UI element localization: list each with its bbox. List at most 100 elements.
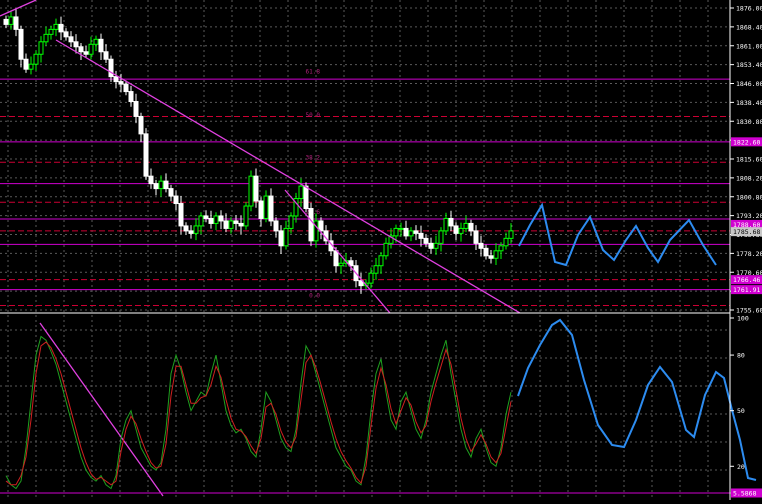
candle-body — [473, 230, 479, 244]
candle-body — [118, 81, 124, 85]
candle-body — [133, 101, 139, 117]
candle-body — [203, 215, 209, 219]
candle-body — [493, 250, 499, 259]
oscillator-level-label: 5.5868 — [733, 489, 757, 497]
candle-body — [43, 33, 49, 43]
candle-body — [368, 272, 374, 284]
candle-body — [263, 195, 269, 219]
candle-body — [98, 38, 104, 53]
candle-body — [23, 58, 29, 70]
candle-body — [83, 51, 89, 55]
candle-body — [463, 222, 469, 229]
candle-body — [153, 183, 159, 190]
candle-body — [278, 230, 284, 247]
candle-body — [48, 28, 54, 35]
candle-body — [468, 222, 474, 232]
candle-body — [223, 220, 229, 229]
chart-canvas[interactable]: 61.850.038.223.60.0 1876.001868.401861.0… — [0, 0, 762, 500]
candle-body — [453, 225, 459, 234]
candle-body — [258, 200, 264, 219]
candle-body — [38, 41, 44, 55]
price-tick-label: 1778.20 — [736, 250, 762, 258]
candle-body — [238, 222, 244, 227]
candle-body — [3, 18, 9, 25]
candle-body — [273, 220, 279, 232]
price-label-text: 1822.60 — [733, 138, 760, 146]
candle-body — [33, 53, 39, 65]
candle-body — [173, 195, 179, 205]
candle-body — [88, 43, 94, 55]
price-tick-label: 1830.80 — [736, 118, 762, 126]
candle-body — [213, 215, 219, 224]
candle-body — [78, 46, 84, 53]
candle-body — [403, 227, 409, 237]
candle-body — [158, 180, 164, 190]
candle-body — [93, 38, 99, 45]
candle-body — [188, 230, 194, 234]
price-tick-label: 1868.40 — [736, 23, 762, 31]
candle-body — [13, 16, 19, 30]
candle-body — [113, 76, 119, 83]
candle-body — [128, 91, 134, 103]
candle-body — [58, 23, 64, 33]
candle-body — [233, 220, 239, 224]
candle-body — [253, 175, 259, 202]
candle-body — [378, 255, 384, 267]
candle-body — [433, 242, 439, 249]
candle-body — [63, 31, 69, 38]
candle-body — [308, 208, 314, 242]
candle-body — [458, 227, 464, 234]
price-tick-label: 1793.20 — [736, 212, 762, 220]
candle-body — [108, 58, 114, 78]
candle-body — [398, 227, 404, 230]
candle-body — [73, 41, 79, 48]
candle-body — [338, 262, 344, 267]
oscillator-tick-label: 20 — [737, 463, 745, 471]
candle-body — [418, 232, 424, 239]
price-tick-label: 1815.60 — [736, 156, 762, 164]
trading-chart[interactable]: 61.850.038.223.60.0 1876.001868.401861.0… — [0, 0, 762, 500]
candle-body — [123, 83, 129, 93]
candle-body — [208, 217, 214, 224]
price-label-text: 1785.68 — [733, 228, 760, 236]
oscillator-tick-label: 80 — [737, 352, 745, 360]
candle-body — [163, 180, 169, 190]
fib-level-label: 38.2 — [306, 155, 321, 162]
candle-body — [298, 185, 304, 200]
candle-body — [288, 215, 294, 229]
candle-body — [68, 36, 74, 43]
candle-body — [393, 227, 399, 237]
candle-body — [103, 51, 109, 60]
oscillator-tick-label: 50 — [737, 407, 745, 415]
candle-body — [478, 242, 484, 249]
candle-body — [8, 16, 14, 25]
candle-body — [498, 245, 504, 252]
candle-body — [303, 185, 309, 210]
fib-level-label: 50.0 — [306, 112, 321, 119]
candle-body — [333, 250, 339, 267]
candle-body — [198, 215, 204, 227]
candle-body — [248, 175, 254, 207]
price-label-text: 1766.46 — [733, 276, 760, 284]
fib-level-label: 61.8 — [306, 68, 321, 75]
candle-body — [218, 215, 224, 222]
candle-body — [508, 230, 514, 239]
price-tick-label: 1838.40 — [736, 99, 762, 107]
candle-body — [503, 237, 509, 247]
fib-level-label: 0.0 — [309, 292, 320, 299]
candle-body — [448, 217, 454, 227]
candle-body — [408, 230, 414, 237]
candle-body — [143, 133, 149, 177]
candle-body — [443, 217, 449, 232]
price-tick-label: 1853.40 — [736, 61, 762, 69]
price-tick-label: 1808.20 — [736, 174, 762, 182]
candle-body — [18, 28, 24, 60]
price-tick-label: 1861.00 — [736, 42, 762, 50]
price-tick-label: 1800.80 — [736, 193, 762, 201]
candle-body — [483, 247, 489, 257]
candle-body — [428, 242, 434, 249]
candle-body — [193, 225, 199, 234]
candle-body — [178, 203, 184, 227]
candle-body — [318, 220, 324, 232]
candle-body — [183, 225, 189, 232]
